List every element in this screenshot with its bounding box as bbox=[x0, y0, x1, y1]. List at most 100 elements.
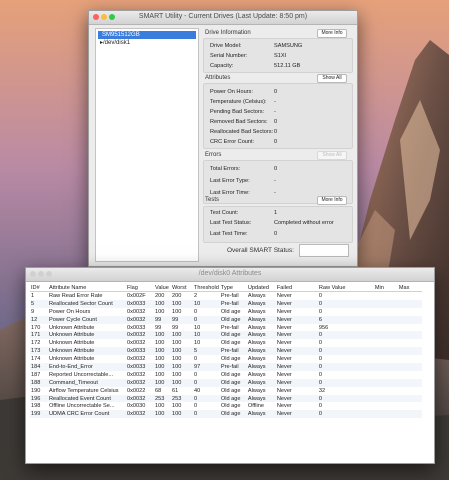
table-row[interactable]: 190 Airflow Temperature Celsius 0x0022 68 61… bbox=[30, 387, 422, 395]
table-cell: 100 bbox=[155, 371, 165, 378]
table-cell: Pre-fail bbox=[220, 292, 239, 299]
errors-show-all-button[interactable]: Show All bbox=[317, 151, 347, 160]
title-bar[interactable]: SMART Utility - Current Drives (Last Upd… bbox=[89, 11, 357, 25]
last-error-type-value: - bbox=[274, 178, 276, 184]
table-cell: 0 bbox=[193, 315, 220, 324]
table-cell: 198 bbox=[31, 403, 41, 410]
capacity-value: 512.11 GB bbox=[274, 63, 301, 69]
table-cell: Never bbox=[275, 378, 318, 387]
column-header[interactable]: Failed bbox=[275, 284, 318, 292]
column-header[interactable]: Flag bbox=[126, 284, 154, 292]
title-bar[interactable]: /dev/disk0 Attributes bbox=[26, 268, 434, 282]
table-cell bbox=[374, 402, 398, 410]
table-cell: 0x0032 bbox=[127, 371, 146, 378]
table-row[interactable]: 187 Reported Uncorrectable... 0x0032 100 100… bbox=[30, 371, 422, 379]
table-cell: 0 bbox=[193, 410, 220, 419]
table-cell: Always bbox=[246, 363, 276, 371]
removed-bad-sectors-value: 0 bbox=[274, 119, 278, 125]
table-cell: 0x0033 bbox=[126, 363, 154, 371]
table-cell bbox=[398, 339, 422, 347]
table-row[interactable]: 171 Unknown Attribute 0x0032 100 100 10 Old ag… bbox=[30, 331, 422, 340]
column-header[interactable]: Updated bbox=[246, 284, 276, 292]
table-row[interactable]: 172 Unknown Attribute 0x0032 100 100 10 Old ag… bbox=[30, 339, 422, 347]
table-row[interactable]: 9 Power On Hours 0x0032 100 100 0 Old age Alway… bbox=[30, 308, 422, 316]
drive-more-info-button[interactable]: More Info bbox=[317, 29, 347, 38]
table-cell: 187 bbox=[31, 371, 41, 378]
table-row[interactable]: 184 End-to-End_Error 0x0033 100 100 97 Pre-fai… bbox=[30, 363, 422, 371]
table-cell: 0x0030 bbox=[127, 403, 146, 410]
table-row[interactable]: 12 Power Cycle Count 0x0032 99 99 0 Old age Alw… bbox=[30, 315, 422, 324]
table-cell: 0 bbox=[317, 378, 374, 387]
pending-bad-sectors-label: Pending Bad Sectors: bbox=[210, 109, 265, 115]
table-cell: Power On Hours bbox=[49, 308, 91, 315]
table-cell: Never bbox=[275, 394, 318, 403]
table-cell: 100 bbox=[171, 378, 193, 387]
table-row[interactable]: 199 UDMA CRC Error Count 0x0032 100 100 0 Old … bbox=[30, 410, 422, 419]
column-header[interactable]: ID# bbox=[30, 284, 48, 292]
column-header[interactable]: Threshold bbox=[193, 284, 220, 292]
table-cell: 174 bbox=[31, 356, 41, 363]
table-row[interactable]: 173 Unknown Attribute 0x0033 100 100 5 Pre-fai… bbox=[30, 347, 422, 356]
table-cell: 100 bbox=[154, 347, 171, 356]
table-cell: Always bbox=[246, 331, 276, 340]
table-cell: 10 bbox=[194, 340, 201, 347]
table-cell bbox=[397, 363, 422, 371]
attributes-show-all-button[interactable]: Show All bbox=[317, 74, 347, 83]
column-header[interactable]: Attribute Name bbox=[48, 284, 126, 292]
table-header: ID# Attribute Name Flag Value Worst Threshold… bbox=[30, 284, 422, 292]
table-cell: Old age bbox=[219, 410, 247, 419]
table-cell: 100 bbox=[171, 410, 193, 419]
table-cell: 100 bbox=[154, 299, 171, 308]
table-cell: 0 bbox=[318, 371, 322, 378]
table-row[interactable]: 198 Offline Uncorrectable Se... 0x0030 100 1… bbox=[30, 402, 422, 410]
drive-item-sm951[interactable]: SM951512GB bbox=[98, 31, 196, 39]
table-cell bbox=[374, 339, 398, 347]
tests-more-info-button[interactable]: More Info bbox=[317, 196, 347, 205]
table-cell: 0 bbox=[194, 371, 198, 378]
header-row: ID# Attribute Name Flag Value Worst Threshold… bbox=[30, 284, 422, 292]
table-cell: Never bbox=[276, 292, 292, 299]
table-cell: 40 bbox=[194, 387, 201, 394]
window-title: /dev/disk0 Attributes bbox=[198, 270, 262, 277]
table-row[interactable]: 170 Unknown Attribute 0x0033 99 99 10 Pre-fail… bbox=[30, 324, 422, 332]
column-header[interactable]: Type bbox=[219, 284, 247, 292]
column-header[interactable]: Max bbox=[397, 284, 422, 292]
table-cell: 956 bbox=[318, 324, 329, 331]
column-header[interactable]: Min bbox=[373, 284, 398, 292]
table-cell: Offline bbox=[247, 403, 264, 410]
drive-list[interactable]: SM951512GB ▸/dev/disk1 bbox=[95, 28, 199, 262]
table-row[interactable]: 196 Reallocated Event Count 0x0032 253 253 0 O… bbox=[30, 394, 422, 403]
table-cell: 0 bbox=[318, 403, 322, 410]
total-errors-label: Total Errors: bbox=[210, 166, 241, 172]
table-cell: 100 bbox=[172, 371, 182, 378]
table-cell: Old age bbox=[220, 340, 241, 347]
table-cell: Old age bbox=[219, 378, 247, 387]
column-header[interactable]: Raw Value bbox=[317, 284, 374, 292]
column-header[interactable]: Worst bbox=[171, 284, 193, 292]
table-cell bbox=[374, 387, 398, 395]
table-cell: Old age bbox=[219, 394, 247, 403]
attributes-header: Attributes bbox=[205, 75, 231, 81]
table-cell: 68 bbox=[155, 387, 162, 394]
table-cell: Never bbox=[275, 363, 318, 371]
table-cell bbox=[397, 410, 422, 419]
last-test-time-label: Last Test Time: bbox=[210, 231, 248, 237]
table-cell: 0 bbox=[318, 292, 322, 299]
table-row[interactable]: 5 Reallocated Sector Count 0x0033 100 100 10 P… bbox=[30, 299, 422, 308]
table-row[interactable]: 1 Raw Read Error Rate 0x002F 200 200 2 Pre-fai… bbox=[30, 292, 422, 300]
drive-item-disk1[interactable]: ▸/dev/disk1 bbox=[98, 39, 196, 47]
table-cell: UDMA CRC Error Count bbox=[48, 410, 126, 419]
table-row[interactable]: 174 Unknown Attribute 0x0032 100 100 0 Old age… bbox=[30, 355, 422, 363]
last-error-type-label: Last Error Type: bbox=[210, 178, 250, 184]
table-cell: Command_Timeout bbox=[48, 378, 126, 387]
column-header[interactable]: Value bbox=[154, 284, 171, 292]
table-row[interactable]: 188 Command_Timeout 0x0032 100 100 0 Old age Al… bbox=[30, 378, 422, 387]
attributes-table[interactable]: ID# Attribute Name Flag Value Worst Threshold… bbox=[30, 284, 422, 419]
table-cell: Always bbox=[246, 299, 276, 308]
table-cell: 170 bbox=[31, 324, 41, 331]
table-cell: 100 bbox=[171, 299, 193, 308]
table-cell: 199 bbox=[30, 410, 48, 419]
table-cell: Always bbox=[246, 347, 276, 356]
power-on-hours-label: Power On Hours: bbox=[210, 89, 253, 95]
drive-information-header: Drive Information bbox=[205, 30, 251, 36]
